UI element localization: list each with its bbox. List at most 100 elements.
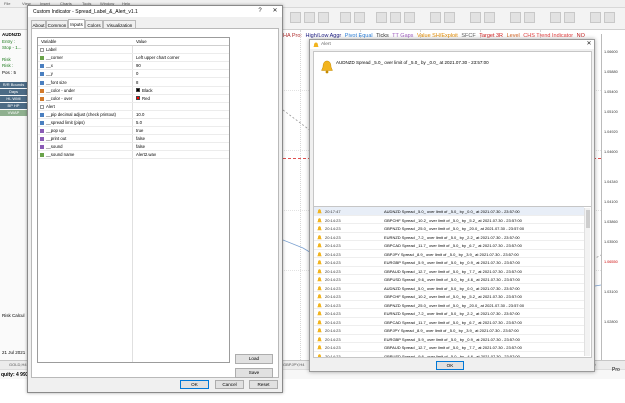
alert-row[interactable]: 20:14:23 GBPJPY Spread _8.9_ over limit o… [314, 250, 584, 258]
param-row[interactable]: __font size 8 [38, 79, 229, 87]
param-value[interactable]: false [136, 144, 145, 149]
close-icon[interactable]: ✕ [584, 40, 594, 49]
toolbar-button[interactable] [550, 12, 561, 23]
alert-bell-icon [313, 42, 319, 47]
alert-row[interactable]: 20:14:23 GBPNZD Spread _25.0_ over limit … [314, 301, 584, 309]
alert-row[interactable]: 20:14:23 GBPUSD Spread _9.6_ over limit o… [314, 275, 584, 284]
alert-row[interactable]: 20:14:23 GBPAUD Spread _12.7_ over limit … [314, 267, 584, 275]
alert-row[interactable]: 20:14:23 GBPCHF Spread _10.2_ over limit … [314, 216, 584, 224]
ok-button[interactable]: OK [180, 380, 209, 389]
param-row[interactable]: __pip decimal adjust (check printout) 10.… [38, 111, 229, 119]
alert-scrollbar[interactable] [584, 208, 590, 356]
reset-button[interactable]: Reset [249, 380, 278, 389]
help-button[interactable]: ? [255, 7, 265, 16]
param-row[interactable]: __y 0 [38, 70, 229, 79]
risk-label: Risk [2, 57, 11, 62]
chart-tab[interactable]: GBPJPY,H4 [283, 362, 305, 367]
parameters-table[interactable]: Variable Value Label __corner Left upper c… [37, 37, 230, 363]
param-value[interactable]: Red [136, 96, 150, 101]
dialog-titlebar[interactable]: Custom Indicator - Spread_Label_&_Alert_… [28, 6, 282, 17]
alert-ok-button[interactable]: OK [436, 361, 464, 370]
param-value[interactable]: Alert2.wav [136, 152, 156, 157]
alert-time: 20:14:23 [325, 353, 341, 358]
alert-row[interactable]: 20:14:23 AUDNZD Spread _5.0_ over limit o… [314, 284, 584, 292]
toolbar-button[interactable] [470, 12, 481, 23]
load-button[interactable]: Load [235, 354, 273, 364]
alert-row[interactable]: 20:14:23 GBPCAD Spread _11.7_ over limit … [314, 318, 584, 326]
param-value[interactable]: 0 [136, 71, 138, 76]
toolbar-button[interactable] [390, 12, 401, 23]
bell-icon [317, 311, 322, 316]
toolbar-button[interactable] [290, 12, 301, 23]
toolbar-button[interactable] [510, 12, 521, 23]
alert-row[interactable]: 20:14:23 GBPAUD Spread _12.7_ over limit … [314, 343, 584, 352]
param-row[interactable]: __color - over Red [38, 95, 229, 103]
param-row[interactable]: __sound name Alert2.wav [38, 151, 229, 160]
param-row[interactable]: Label [38, 46, 229, 55]
value-column-header[interactable]: Value [136, 39, 147, 44]
toolbar-button[interactable] [304, 12, 315, 23]
risk-bounds-button[interactable]: R/R Bounds [0, 82, 27, 88]
alert-row[interactable]: 20:14:23 GBPCAD Spread _11.7_ over limit … [314, 241, 584, 250]
param-row[interactable]: __spread limit (pips) 5.0 [38, 119, 229, 128]
param-row[interactable]: Alert [38, 103, 229, 111]
variable-column-header[interactable]: Variable [41, 39, 56, 44]
hl-button[interactable]: HL WMI [0, 96, 27, 102]
alert-titlebar[interactable]: Alert ✕ [310, 40, 594, 49]
toolbar-button[interactable] [404, 12, 415, 23]
param-row[interactable]: __print out false [38, 135, 229, 144]
alert-row[interactable]: 20:14:23 EURNZD Spread _7.2_ over limit o… [314, 233, 584, 241]
alert-row[interactable]: 20:14:23 GBPNZD Spread _25.0_ over limit … [314, 224, 584, 233]
toolbar-button[interactable] [444, 12, 455, 23]
alert-row[interactable]: 20:14:23 EURGBP Spread _5.9_ over limit o… [314, 258, 584, 267]
alert-row[interactable]: 20:14:23 GBPJPY Spread _8.9_ over limit o… [314, 326, 584, 335]
param-row[interactable]: __sound false [38, 143, 229, 152]
scrollbar-thumb[interactable] [586, 210, 590, 228]
bp-button[interactable]: BP HP [0, 103, 27, 109]
alert-row-message: EURGBP Spread _5.9_ over limit of _5.0_ … [384, 336, 520, 342]
toolbar-button[interactable] [484, 12, 495, 23]
menu-file[interactable]: File [4, 1, 10, 6]
toolbar-button[interactable] [354, 12, 365, 23]
toolbar-button[interactable] [376, 12, 387, 23]
price-label: 1.02800 [604, 320, 618, 324]
param-row[interactable]: __corner Left upper chart corner [38, 54, 229, 63]
param-value[interactable]: 10.0 [136, 112, 144, 117]
days-button[interactable]: Days [0, 89, 27, 95]
param-value[interactable]: 5.0 [136, 120, 142, 125]
cancel-button[interactable]: Cancel [215, 380, 244, 389]
number-param-icon [40, 112, 44, 117]
toolbar-button[interactable] [590, 12, 601, 23]
param-value[interactable]: 90 [136, 63, 141, 68]
toolbar-button[interactable] [430, 12, 441, 23]
param-value[interactable]: Black [136, 88, 153, 93]
param-value[interactable]: true [136, 128, 143, 133]
param-value[interactable]: false [136, 136, 145, 141]
param-value[interactable]: Left upper chart corner [136, 55, 179, 60]
close-icon[interactable]: ✕ [270, 7, 280, 16]
param-name: Alert [46, 103, 55, 109]
alert-history-list[interactable]: 20:17:47 AUDNZD Spread _5.0_ over limit o… [313, 206, 592, 358]
param-row[interactable]: __x 90 [38, 62, 229, 71]
param-name: __font size [46, 79, 67, 85]
alert-row[interactable]: 20:14:23 EURGBP Spread _5.9_ over limit o… [314, 335, 584, 343]
toolbar-button[interactable] [604, 12, 615, 23]
save-button[interactable]: Save [235, 368, 273, 378]
vwap-button[interactable]: VWAP [0, 110, 27, 116]
alert-row[interactable]: 20:14:23 EURNZD Spread _7.2_ over limit o… [314, 309, 584, 318]
param-value[interactable]: 8 [136, 80, 138, 85]
param-row[interactable]: __pop up true [38, 127, 229, 136]
alert-row[interactable]: 20:14:23 GBPUSD Spread _9.6_ over limit o… [314, 352, 584, 358]
chart-tab[interactable]: GOLD,H4 [9, 362, 27, 367]
alert-row[interactable]: 20:17:47 AUDNZD Spread _5.0_ over limit o… [314, 207, 584, 216]
toolbar-button[interactable] [318, 12, 329, 23]
toolbar-button[interactable] [524, 12, 535, 23]
param-value-text: 5.0 [136, 120, 142, 125]
bell-icon [317, 336, 322, 341]
alert-row[interactable]: 20:14:23 GBPCHF Spread _10.2_ over limit … [314, 292, 584, 301]
bell-icon [317, 294, 322, 299]
toolbar-button[interactable] [564, 12, 575, 23]
price-axis[interactable]: 1.06600 1.05880 1.05400 1.05100 1.04920 … [601, 34, 625, 360]
param-row[interactable]: __color - under Black [38, 87, 229, 95]
toolbar-button[interactable] [340, 12, 351, 23]
